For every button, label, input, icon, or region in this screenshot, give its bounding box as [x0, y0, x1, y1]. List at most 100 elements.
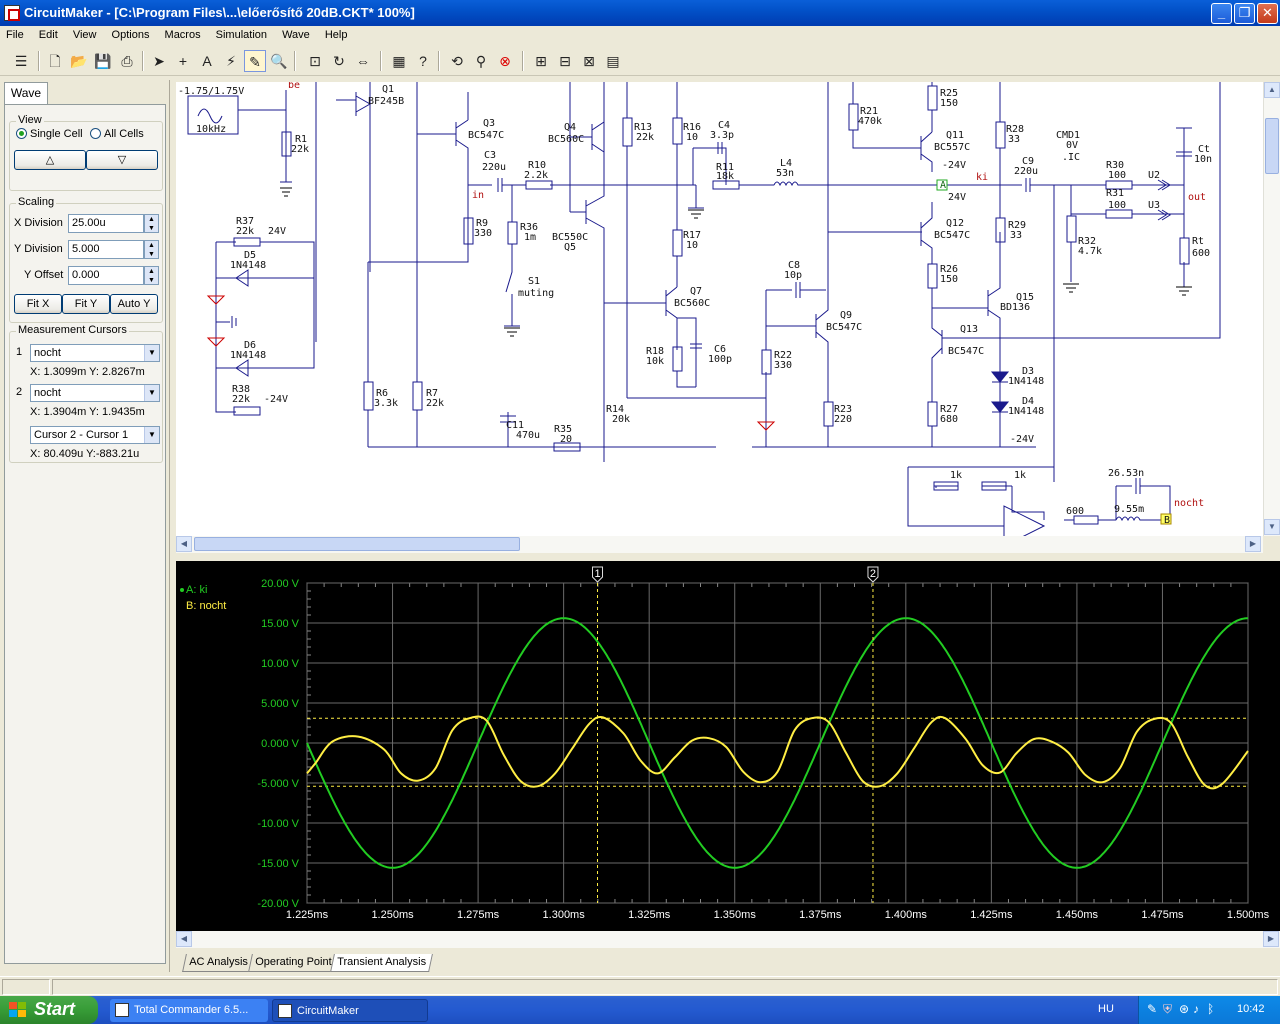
step-icon[interactable]: ⚲ — [470, 50, 492, 72]
menu-file[interactable]: File — [0, 26, 30, 41]
waveform-horizontal-scrollbar[interactable]: ◀ ▶ — [176, 931, 1280, 948]
r6-value: 3.3k — [374, 398, 398, 409]
menu-help[interactable]: Help — [319, 26, 354, 41]
q5-label: Q5 — [564, 242, 576, 253]
vertical-scroll-thumb[interactable] — [1265, 118, 1279, 174]
new-file-icon[interactable]: 🗋 — [44, 50, 66, 72]
x-division-field[interactable]: 25.00u — [68, 214, 144, 233]
close-button[interactable]: ✕ — [1257, 3, 1278, 24]
mirror-icon[interactable]: ⇔ — [352, 50, 374, 72]
y-tick-label: 0.000 V — [261, 738, 300, 750]
tab-ac-analysis[interactable]: AC Analysis — [182, 954, 255, 972]
network-icon[interactable]: ✎ — [1147, 1002, 1157, 1016]
analog-waves-icon[interactable]: ⊟ — [554, 50, 576, 72]
ic-label: .IC — [1062, 152, 1080, 163]
rotate-icon[interactable]: ↻ — [328, 50, 350, 72]
menu-simulation[interactable]: Simulation — [210, 26, 273, 41]
r31-label: R31 — [1106, 188, 1124, 199]
scaling-group: Scaling X Division 25.00u ▲ ▼ Y Division … — [9, 196, 163, 323]
menu-edit[interactable]: Edit — [33, 26, 64, 41]
y-division-field[interactable]: 5.000 — [68, 240, 144, 259]
minus24v-label-b: -24V — [1010, 434, 1034, 445]
bus-tool-icon[interactable]: ⚡ — [220, 50, 242, 72]
simulation-settings-icon[interactable]: ▦ — [388, 50, 410, 72]
shield-icon[interactable]: ⛨ — [1163, 1002, 1172, 1017]
schematic-canvas[interactable]: -1.75/1.75V 10kHz R1 22k Q1 BF245B Q3 BC… — [176, 82, 1263, 536]
tab-wave[interactable]: Wave — [4, 82, 48, 104]
all-cells-radio[interactable]: All Cells — [90, 128, 144, 140]
volume-icon[interactable]: ♪ — [1193, 1002, 1199, 1016]
horizontal-scroll-thumb[interactable] — [194, 537, 520, 551]
minimize-button[interactable]: _ — [1211, 3, 1232, 24]
scroll-right-icon[interactable]: ▶ — [1245, 536, 1261, 552]
print-icon[interactable]: ⎙ — [116, 50, 138, 72]
probe-b-label: B — [1164, 515, 1170, 526]
cursor2-signal-select[interactable]: nocht ▼ — [30, 384, 160, 402]
cursor-diff-select[interactable]: Cursor 2 - Cursor 1 ▼ — [30, 426, 160, 444]
arrow-tool-icon[interactable]: ➤ — [148, 50, 170, 72]
text-tool-icon[interactable]: A — [196, 50, 218, 72]
tab-operating-point[interactable]: Operating Point — [248, 954, 339, 972]
help-icon[interactable]: ? — [412, 50, 434, 72]
analysis-tabs: AC Analysis Operating Point Transient An… — [176, 952, 1280, 972]
x-tick-label: 1.350ms — [714, 909, 757, 921]
r26-value: 150 — [940, 274, 958, 285]
zoom-tool-icon[interactable]: 🔍 — [268, 50, 290, 72]
q3-type: BC547C — [468, 130, 504, 141]
tab-transient-analysis[interactable]: Transient Analysis — [330, 954, 433, 972]
fit-y-button[interactable]: Fit Y — [62, 294, 110, 314]
status-bar — [0, 976, 1280, 996]
language-indicator[interactable]: HU — [1098, 1003, 1114, 1015]
task-total-commander[interactable]: Total Commander 6.5... — [110, 999, 268, 1022]
x-division-spinner[interactable]: ▲ ▼ — [144, 214, 159, 233]
bluetooth-icon[interactable]: ᛒ — [1207, 1002, 1214, 1016]
waveform-window[interactable]: 20.00 V 15.00 V 10.00 V 5.000 V 0.000 V -5.00… — [176, 561, 1280, 931]
task-circuitmaker[interactable]: CircuitMaker — [272, 999, 428, 1022]
reset-icon[interactable]: ⟲ — [446, 50, 468, 72]
fit-x-button[interactable]: Fit X — [14, 294, 62, 314]
digital-mode-icon[interactable]: ⊞ — [530, 50, 552, 72]
menu-view[interactable]: View — [67, 26, 103, 41]
single-cell-radio[interactable]: Single Cell — [16, 128, 83, 140]
y-tick-label: -5.000 V — [257, 778, 299, 790]
scroll-right-icon[interactable]: ▶ — [1263, 931, 1279, 947]
save-icon[interactable]: 💾 — [92, 50, 114, 72]
auto-y-button[interactable]: Auto Y — [110, 294, 158, 314]
scroll-up-icon[interactable]: ▲ — [1264, 82, 1280, 98]
zoom-fit-icon[interactable]: ⊡ — [304, 50, 326, 72]
scroll-down-icon[interactable]: ▼ — [1264, 519, 1280, 535]
y-tick-label: 5.000 V — [261, 698, 300, 710]
restore-button[interactable]: ❐ — [1234, 3, 1255, 24]
scroll-left-icon[interactable]: ◀ — [176, 536, 192, 552]
schematic-vertical-scrollbar[interactable]: ▲ ▼ — [1263, 82, 1280, 536]
net-in-label: in — [472, 190, 484, 201]
y-offset-field[interactable]: 0.000 — [68, 266, 144, 285]
legend-a-dot — [180, 588, 184, 592]
menu-macros[interactable]: Macros — [159, 26, 207, 41]
probe-view-icon[interactable]: ▤ — [602, 50, 624, 72]
toolbar: ☰ 🗋 📂 💾 ⎙ ➤ + A ⚡ ✎ 🔍 ⊡ ↻ ⇔ ▦ ? ⟲ ⚲ ⊗ ⊞ … — [0, 46, 1280, 76]
wire-tool-icon[interactable]: + — [172, 50, 194, 72]
pane-splitter[interactable] — [176, 553, 1280, 561]
schematic-horizontal-scrollbar[interactable]: ◀ ▶ — [176, 536, 1263, 553]
chart-grid — [306, 582, 1249, 904]
cursor1-signal-select[interactable]: nocht ▼ — [30, 344, 160, 362]
scroll-left-icon[interactable]: ◀ — [176, 931, 192, 947]
trace-icon[interactable]: ⊠ — [578, 50, 600, 72]
cell-down-button[interactable]: ▽ — [86, 150, 158, 170]
open-folder-icon[interactable]: 📂 — [68, 50, 90, 72]
tab-ac-analysis-label: AC Analysis — [189, 956, 248, 968]
toggle-panel-icon[interactable]: ☰ — [10, 50, 32, 72]
antivirus-icon[interactable]: ⊛ — [1179, 1002, 1189, 1016]
r31-value: 100 — [1108, 200, 1126, 211]
probe-tool-icon[interactable]: ✎ — [244, 50, 266, 72]
cell-up-button[interactable]: △ — [14, 150, 86, 170]
menu-wave[interactable]: Wave — [276, 26, 316, 41]
y-division-spinner[interactable]: ▲ ▼ — [144, 240, 159, 259]
stop-icon[interactable]: ⊗ — [494, 50, 516, 72]
y-offset-spinner[interactable]: ▲ ▼ — [144, 266, 159, 285]
r30-value: 100 — [1108, 170, 1126, 181]
c3-value: 220u — [482, 162, 506, 173]
menu-options[interactable]: Options — [106, 26, 156, 41]
start-button[interactable]: Start — [0, 996, 98, 1024]
